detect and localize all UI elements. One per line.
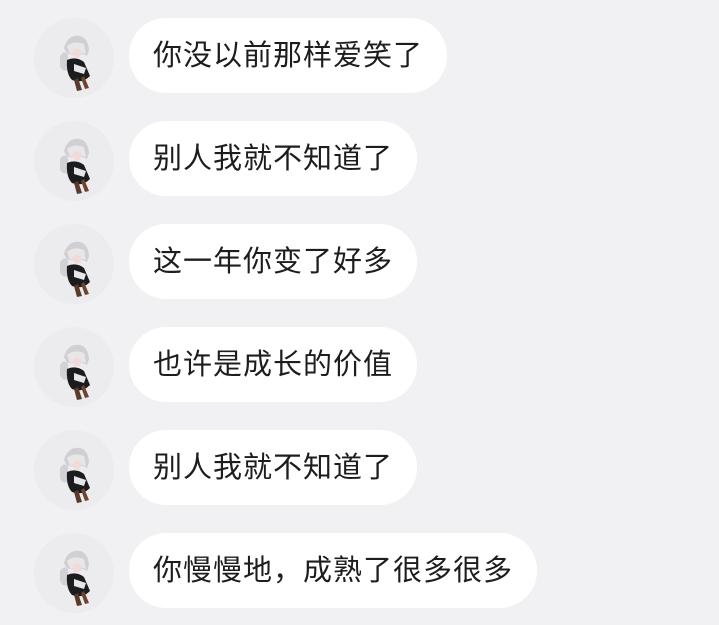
avatar-character-icon [34,224,114,304]
avatar[interactable] [34,224,114,304]
message-row: 别人我就不知道了 [34,430,418,510]
message-row: 也许是成长的价值 [34,327,418,407]
message-text: 这一年你变了好多 [153,244,394,278]
message-text: 别人我就不知道了 [153,141,394,175]
message-text: 你慢慢地，成熟了很多很多 [153,553,514,587]
message-bubble[interactable]: 这一年你变了好多 [129,224,418,299]
avatar[interactable] [34,18,114,98]
message-text: 你没以前那样爱笑了 [153,38,424,72]
avatar[interactable] [34,121,114,201]
message-row: 别人我就不知道了 [34,121,418,201]
avatar-character-icon [34,18,114,98]
avatar-character-icon [34,533,114,613]
message-row: 这一年你变了好多 [34,224,418,304]
message-bubble[interactable]: 你没以前那样爱笑了 [129,18,448,93]
message-bubble[interactable]: 也许是成长的价值 [129,327,418,402]
message-bubble[interactable]: 别人我就不知道了 [129,121,418,196]
avatar-character-icon [34,430,114,510]
message-text: 别人我就不知道了 [153,450,394,484]
message-bubble[interactable]: 别人我就不知道了 [129,430,418,505]
message-row: 你没以前那样爱笑了 [34,18,448,98]
avatar[interactable] [34,327,114,407]
avatar-character-icon [34,121,114,201]
avatar[interactable] [34,430,114,510]
message-row: 你慢慢地，成熟了很多很多 [34,533,538,613]
chat-message-list: 你没以前那样爱笑了 别人我就不知道了 这一年你变了好多 也许是成长的价值 别人我… [0,0,719,625]
message-bubble[interactable]: 你慢慢地，成熟了很多很多 [129,533,538,608]
message-text: 也许是成长的价值 [153,347,394,381]
avatar[interactable] [34,533,114,613]
avatar-character-icon [34,327,114,407]
